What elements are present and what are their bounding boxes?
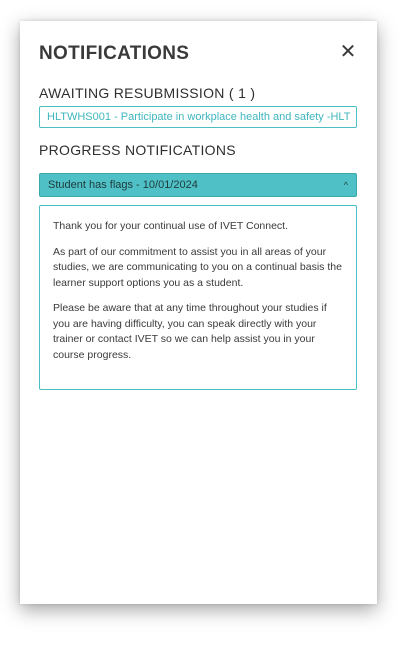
notification-paragraph: As part of our commitment to assist you … — [53, 245, 342, 289]
notification-accordion-header[interactable]: Student has flags - 10/01/2024 ^ — [39, 173, 357, 197]
notifications-panel: NOTIFICATIONS ✕ AWAITING RESUBMISSION ( … — [20, 21, 377, 604]
awaiting-resubmission-heading: AWAITING RESUBMISSION ( 1 ) — [39, 85, 256, 101]
notification-body: Thank you for your continual use of IVET… — [39, 205, 357, 390]
panel-title: NOTIFICATIONS — [39, 43, 190, 64]
chevron-up-icon[interactable]: ^ — [344, 174, 348, 196]
awaiting-item[interactable]: HLTWHS001 - Participate in workplace hea… — [39, 106, 357, 128]
notification-paragraph: Thank you for your continual use of IVET… — [53, 220, 289, 232]
notification-title: Student has flags - 10/01/2024 — [48, 179, 198, 191]
progress-notifications-heading: PROGRESS NOTIFICATIONS — [39, 142, 236, 158]
notification-paragraph: Please be aware that at any time through… — [53, 302, 327, 361]
close-icon[interactable]: ✕ — [339, 41, 357, 63]
